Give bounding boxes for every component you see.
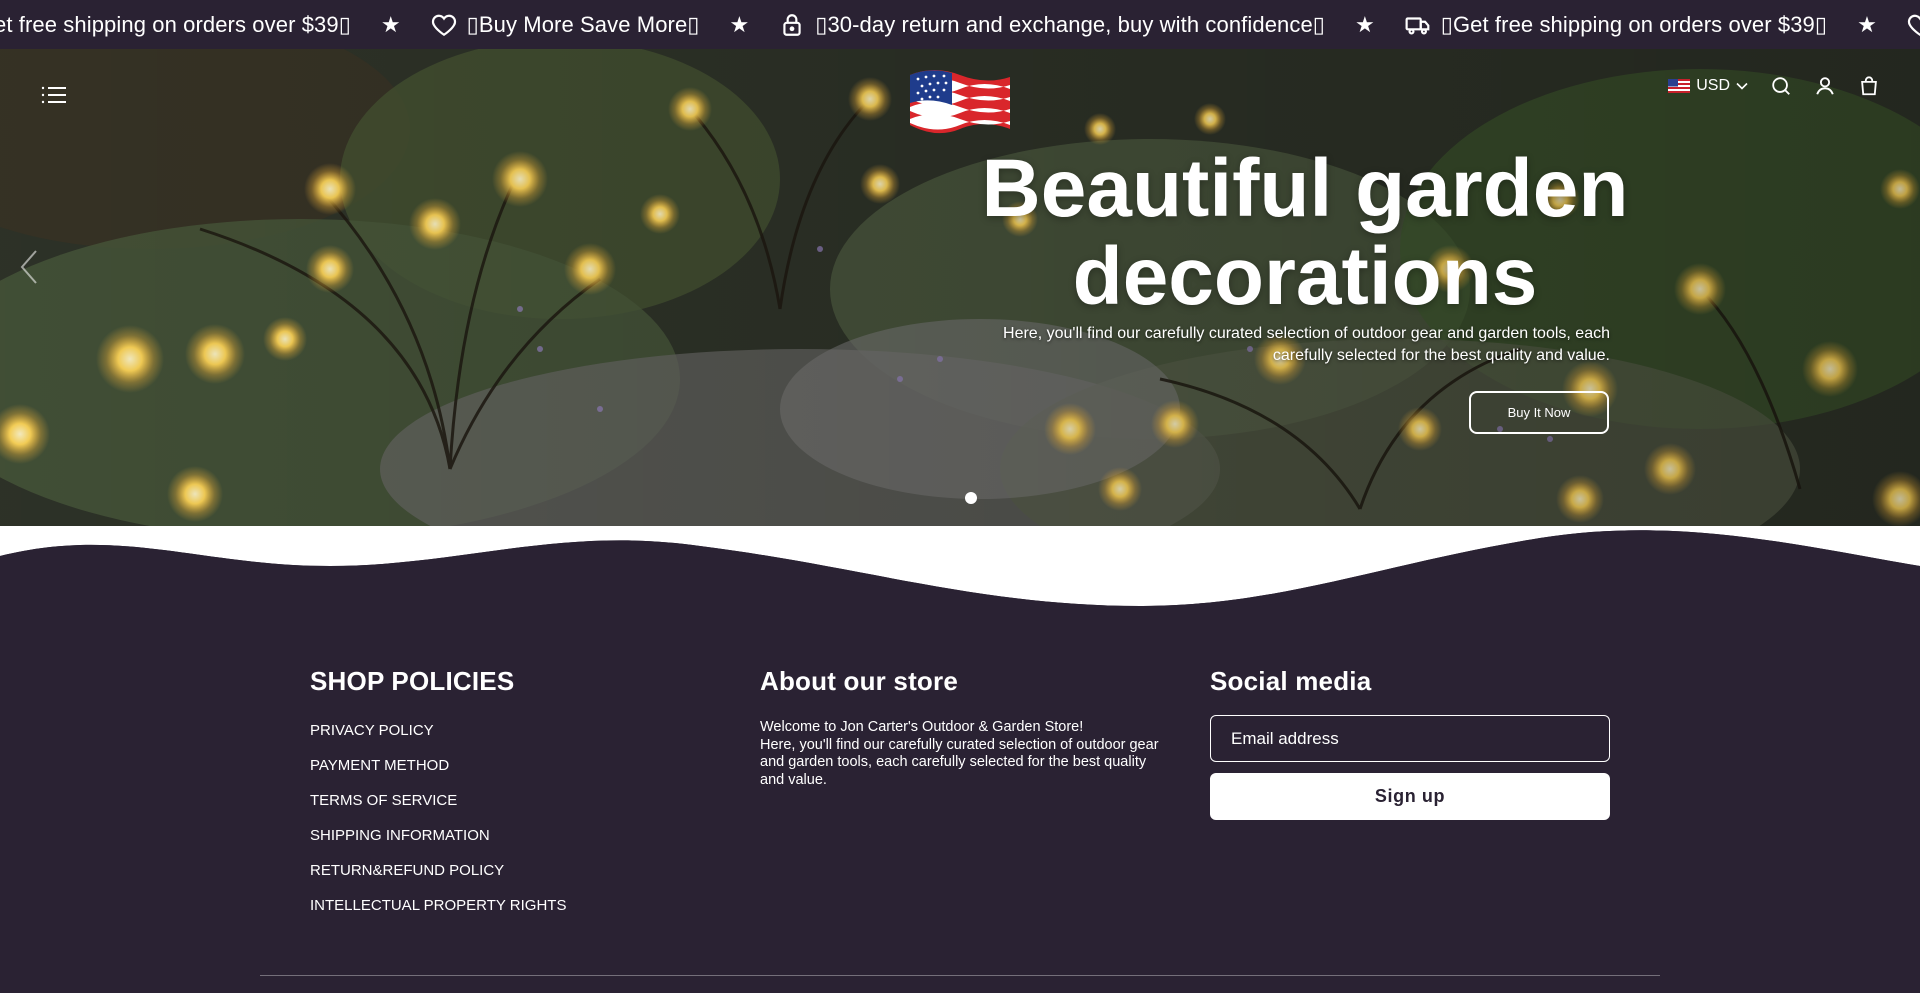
search-icon[interactable]	[1770, 75, 1792, 97]
footer-divider	[260, 975, 1660, 976]
buy-it-now-button[interactable]: Buy It Now	[1469, 391, 1609, 434]
hero-title: Beautiful garden decorations	[940, 145, 1670, 321]
about-title: About our store	[760, 666, 958, 696]
heart-icon	[431, 12, 457, 38]
star-separator-icon: ★	[380, 11, 401, 37]
slideshow-prev-arrow-icon[interactable]	[18, 249, 40, 285]
policy-link-ip[interactable]: INTELLECTUAL PROPERTY RIGHTS	[310, 888, 710, 923]
announcement-text: ▯Get free shipping on orders over $39▯	[1440, 11, 1828, 37]
account-icon[interactable]	[1814, 75, 1836, 97]
hero-title-line2: decorations	[1072, 231, 1538, 322]
us-flag-icon	[1668, 79, 1691, 93]
announcement-item	[1907, 12, 1920, 38]
star-separator-icon: ★	[1857, 11, 1877, 37]
wave-divider	[0, 526, 1920, 616]
policy-link-payment[interactable]: PAYMENT METHOD	[310, 748, 710, 783]
header-tools: USD	[1668, 75, 1880, 97]
announcement-bar: et free shipping on orders over $39▯ ★ ▯…	[0, 0, 1920, 49]
shop-policies-title: SHOP POLICIES	[310, 666, 515, 696]
star-separator-icon: ★	[1355, 11, 1375, 37]
heart-icon	[1907, 12, 1920, 38]
slideshow-dot[interactable]	[965, 492, 977, 504]
currency-selector[interactable]: USD	[1668, 77, 1748, 95]
about-text: Welcome to Jon Carter's Outdoor & Garden…	[760, 719, 1160, 789]
social-section: Social media Sign up	[1210, 666, 1610, 820]
chevron-down-icon	[1736, 82, 1748, 90]
lock-icon	[779, 12, 805, 38]
footer: SHOP POLICIES PRIVACY POLICY PAYMENT MET…	[0, 616, 1920, 993]
cart-icon[interactable]	[1858, 75, 1880, 97]
policy-link-terms[interactable]: TERMS OF SERVICE	[310, 783, 710, 818]
truck-icon	[1405, 12, 1431, 38]
about-description: Here, you'll find our carefully curated …	[760, 736, 1159, 788]
announcement-item: et free shipping on orders over $39▯	[0, 12, 351, 38]
about-section: About our store Welcome to Jon Carter's …	[760, 666, 1160, 789]
policy-link-privacy[interactable]: PRIVACY POLICY	[310, 713, 710, 748]
announcement-item: ▯Get free shipping on orders over $39▯	[1405, 12, 1827, 38]
shop-policies-section: SHOP POLICIES PRIVACY POLICY PAYMENT MET…	[310, 666, 710, 923]
announcement-track: et free shipping on orders over $39▯ ★ ▯…	[0, 0, 1920, 49]
announcement-text: ▯Buy More Save More▯	[466, 11, 700, 37]
about-welcome: Welcome to Jon Carter's Outdoor & Garden…	[760, 719, 1084, 735]
sign-up-button[interactable]: Sign up	[1210, 773, 1610, 820]
announcement-text: et free shipping on orders over $39▯	[0, 11, 351, 37]
menu-icon[interactable]	[40, 83, 68, 107]
star-separator-icon: ★	[729, 11, 750, 37]
hero-banner: USD Beautiful garden decorations Here, y…	[0, 49, 1920, 530]
hero-subtitle: Here, you'll find our carefully curated …	[1003, 325, 1610, 364]
announcement-item: ▯30-day return and exchange, buy with co…	[779, 12, 1325, 38]
email-field[interactable]	[1210, 715, 1610, 762]
store-logo-flag[interactable]	[904, 59, 1016, 139]
hero-title-line1: Beautiful garden	[981, 143, 1629, 234]
policy-link-shipping[interactable]: SHIPPING INFORMATION	[310, 818, 710, 853]
social-title: Social media	[1210, 666, 1372, 696]
policy-list: PRIVACY POLICY PAYMENT METHOD TERMS OF S…	[310, 713, 710, 923]
policy-link-refund[interactable]: RETURN&REFUND POLICY	[310, 853, 710, 888]
announcement-text: ▯30-day return and exchange, buy with co…	[815, 11, 1326, 37]
currency-label: USD	[1696, 77, 1730, 94]
announcement-item: ▯Buy More Save More▯	[431, 12, 700, 38]
